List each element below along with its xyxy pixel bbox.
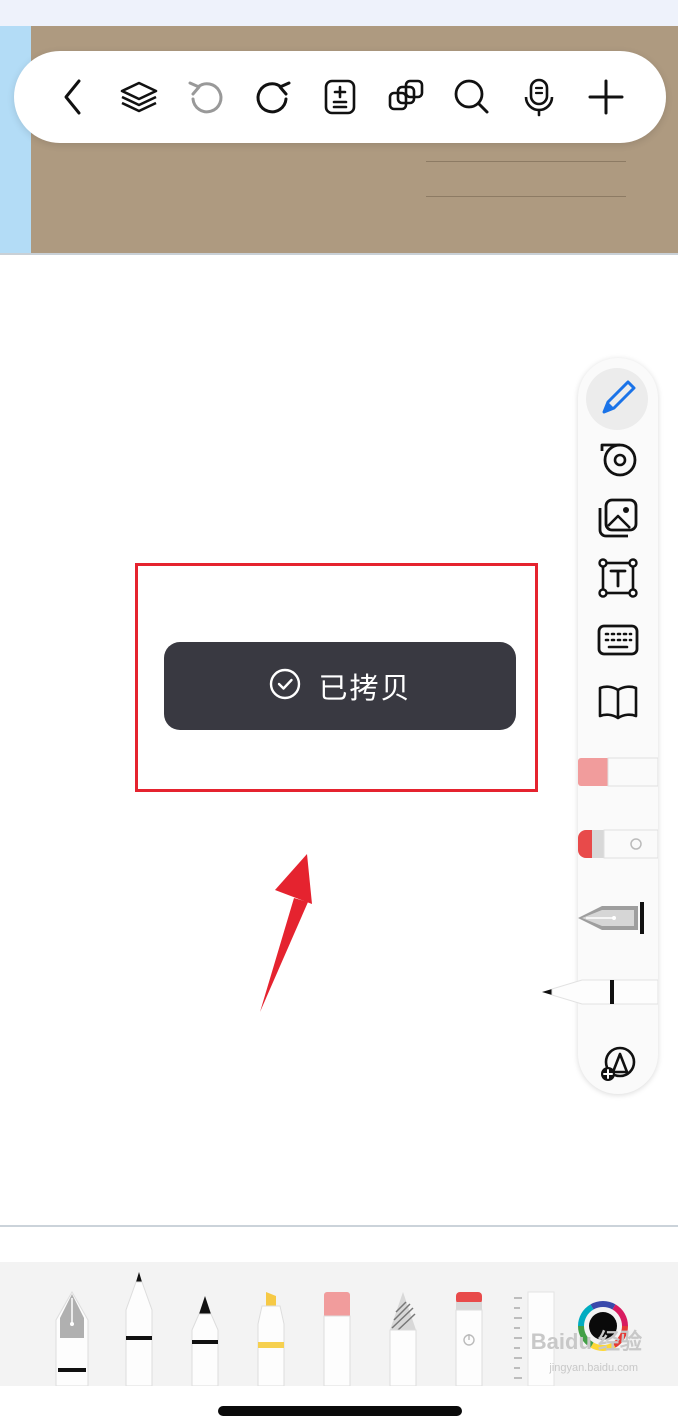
keyboard-icon[interactable] xyxy=(590,612,646,668)
text-box-icon[interactable] xyxy=(590,550,646,606)
plus-icon[interactable] xyxy=(584,75,628,119)
side-tool-panel xyxy=(542,358,659,1094)
book-icon[interactable] xyxy=(590,674,646,730)
marker[interactable] xyxy=(188,1294,222,1387)
image-icon[interactable] xyxy=(590,490,646,546)
check-circle-icon xyxy=(268,667,302,706)
page-ruled-line xyxy=(426,161,626,162)
previous-page-edge xyxy=(0,26,31,254)
annotation-arrow xyxy=(260,854,312,1012)
fountain-pen-tool[interactable] xyxy=(578,898,658,938)
page-divider-bottom xyxy=(0,1225,678,1227)
search-icon[interactable] xyxy=(450,75,494,119)
fineliner[interactable] xyxy=(122,1270,156,1387)
eraser-pink-tool[interactable] xyxy=(578,756,659,788)
watermark: Baidu 经验 xyxy=(530,1329,642,1354)
status-bar-area xyxy=(0,0,678,26)
pencil-tool[interactable] xyxy=(388,1290,418,1387)
duplicate-icon[interactable] xyxy=(384,75,428,119)
eraser-tool[interactable] xyxy=(322,1290,352,1387)
shapes-add-icon[interactable] xyxy=(590,1034,646,1090)
tape-icon[interactable] xyxy=(590,430,646,486)
layers-icon[interactable] xyxy=(117,75,161,119)
redo-icon[interactable] xyxy=(251,75,295,119)
pencil-icon[interactable] xyxy=(590,370,646,426)
watermark-url: jingyan.baidu.com xyxy=(549,1362,638,1374)
lasso-eraser-tool[interactable] xyxy=(454,1290,484,1387)
back-chevron-icon[interactable] xyxy=(52,75,96,119)
home-indicator[interactable] xyxy=(218,1406,462,1416)
fountain-pen[interactable] xyxy=(52,1290,92,1387)
fine-pen-tool[interactable] xyxy=(542,976,659,1008)
toast-message: 已拷贝 xyxy=(318,673,412,705)
top-toolbar xyxy=(14,51,666,143)
undo-icon[interactable] xyxy=(184,75,228,119)
microphone-icon[interactable] xyxy=(517,75,561,119)
eraser-red-tool[interactable] xyxy=(578,828,659,860)
copied-toast: 已拷贝 xyxy=(164,642,516,730)
page-divider xyxy=(0,253,678,255)
page-add-icon[interactable] xyxy=(318,75,362,119)
pen-tray: Baidu 经验 jingyan.baidu.com xyxy=(0,1262,678,1387)
highlighter[interactable] xyxy=(254,1290,288,1387)
page-ruled-line xyxy=(426,196,626,197)
